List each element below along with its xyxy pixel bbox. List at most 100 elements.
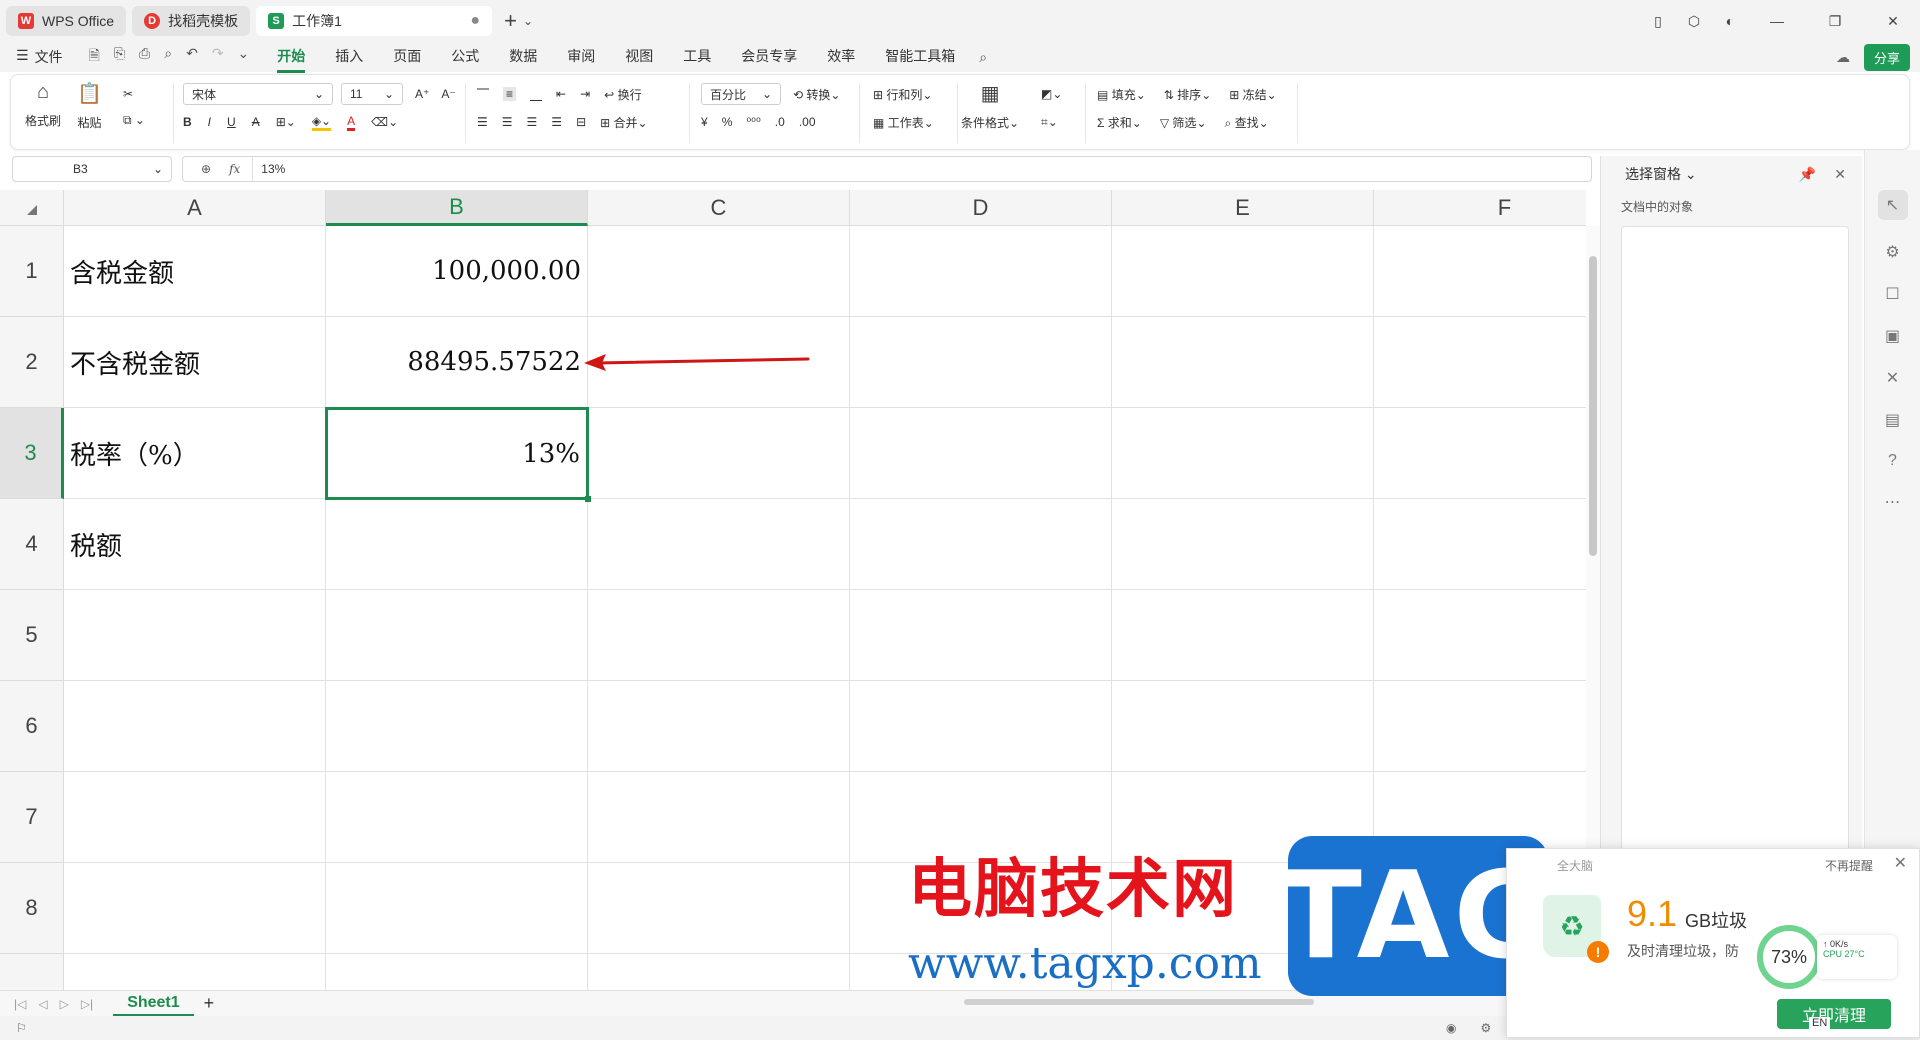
scrollbar-thumb[interactable]	[1589, 256, 1597, 556]
borders-icon[interactable]: ⊞⌄	[276, 115, 296, 129]
cell-f3[interactable]	[1374, 408, 1586, 499]
increase-font-icon[interactable]: A⁺	[415, 87, 429, 101]
tab-wps-office[interactable]: W WPS Office	[6, 6, 127, 36]
cell-c7[interactable]	[588, 772, 850, 863]
cell-b2[interactable]: 88495.57522	[326, 317, 588, 408]
restore-button[interactable]: ❐	[1808, 13, 1862, 30]
fill-button[interactable]: ▤ 填充⌄	[1097, 86, 1146, 103]
cell-c3[interactable]	[588, 408, 850, 499]
row-header-5[interactable]: 5	[0, 590, 64, 681]
row-header-7[interactable]: 7	[0, 772, 64, 863]
row-header-6[interactable]: 6	[0, 681, 64, 772]
cell-d5[interactable]	[850, 590, 1112, 681]
redo-icon[interactable]: ↷	[212, 45, 224, 69]
tab-page[interactable]: 页面	[393, 42, 421, 73]
cell-a2[interactable]: 不含税金额	[64, 317, 326, 408]
export-icon[interactable]: ⎘	[114, 45, 125, 69]
outdent-icon[interactable]: ⇤	[556, 87, 566, 101]
row-header-1[interactable]: 1	[0, 226, 64, 317]
cell-b6[interactable]	[326, 681, 588, 772]
cell-b7[interactable]	[326, 772, 588, 863]
column-header-f[interactable]: F	[1374, 190, 1586, 226]
cell-c5[interactable]	[588, 590, 850, 681]
cell-f6[interactable]	[1374, 681, 1586, 772]
cell-a1[interactable]: 含税金额	[64, 226, 326, 317]
save-icon[interactable]: 🗎	[89, 45, 100, 69]
indent-icon[interactable]: ⇥	[580, 87, 590, 101]
selection-pane-title[interactable]: 选择窗格 ⌄	[1625, 164, 1697, 184]
freeze-button[interactable]: ⊞ 冻结⌄	[1229, 86, 1276, 103]
cell-b9[interactable]	[326, 954, 588, 990]
cell-e4[interactable]	[1112, 499, 1374, 590]
tab-member[interactable]: 会员专享	[741, 42, 797, 73]
column-header-c[interactable]: C	[588, 190, 850, 226]
tab-data[interactable]: 数据	[509, 42, 537, 73]
tab-tools[interactable]: 工具	[683, 42, 711, 73]
thousands-icon[interactable]: ⁰⁰⁰	[746, 115, 760, 129]
column-header-a[interactable]: A	[64, 190, 326, 226]
tab-formula[interactable]: 公式	[451, 42, 479, 73]
tab-view[interactable]: 视图	[625, 42, 653, 73]
wrap-text-button[interactable]: ↩ 换行	[604, 86, 641, 103]
cell-e6[interactable]	[1112, 681, 1374, 772]
tab-list-chevron-icon[interactable]: ⌄	[523, 14, 533, 28]
column-header-b[interactable]: B	[326, 190, 588, 226]
find-button[interactable]: ⌕ 查找⌄	[1225, 114, 1269, 131]
cell-a9[interactable]	[64, 954, 326, 990]
prev-sheet-icon[interactable]: ◁	[38, 997, 47, 1011]
distribute-icon[interactable]: ⊟	[576, 115, 586, 129]
decrease-font-icon[interactable]: A⁻	[441, 87, 455, 101]
tab-docer-templates[interactable]: D 找稻壳模板	[132, 6, 251, 36]
search-icon[interactable]: ⌕	[979, 49, 987, 66]
cell-d6[interactable]	[850, 681, 1112, 772]
cell-f1[interactable]	[1374, 226, 1586, 317]
number-format-select[interactable]: 百分比 ⌄	[701, 83, 781, 105]
comment-icon[interactable]: ☐	[1885, 284, 1899, 304]
pin-icon[interactable]: 📌	[1799, 166, 1816, 183]
select-all-corner[interactable]	[0, 190, 64, 226]
row-header-8[interactable]: 8	[0, 863, 64, 954]
filter-button[interactable]: ▽ 筛选⌄	[1160, 114, 1207, 131]
avatar[interactable]: ◐	[1714, 13, 1746, 29]
justify-icon[interactable]: ☰	[551, 115, 562, 129]
fx-icon[interactable]: fx	[229, 162, 240, 176]
zoom-icon[interactable]: ⊕	[201, 162, 211, 176]
cell-d2[interactable]	[850, 317, 1112, 408]
cell-c4[interactable]	[588, 499, 850, 590]
last-sheet-icon[interactable]: ▷|	[81, 997, 93, 1011]
clean-now-button[interactable]: 立即清理	[1777, 999, 1891, 1029]
cell-b1[interactable]: 100,000.00	[326, 226, 588, 317]
cell-d4[interactable]	[850, 499, 1112, 590]
formula-input[interactable]: ⊕ fx 13%	[182, 156, 1592, 182]
cell-a7[interactable]	[64, 772, 326, 863]
copy-icon[interactable]: ⧉ ⌄	[123, 113, 145, 128]
more-chevron-icon[interactable]: ⌄	[238, 45, 250, 69]
merge-button[interactable]: ⊞ 合并⌄	[600, 114, 647, 131]
sum-button[interactable]: Σ 求和⌄	[1097, 114, 1142, 131]
more-icon[interactable]: ⋯	[1885, 492, 1901, 512]
bold-icon[interactable]: B	[183, 115, 192, 129]
image-icon[interactable]: ▣	[1885, 326, 1900, 346]
currency-button[interactable]: ¥	[701, 115, 708, 129]
first-sheet-icon[interactable]: |◁	[14, 997, 26, 1011]
cube-icon[interactable]: ⬡	[1678, 13, 1710, 30]
increase-decimal-icon[interactable]: .0	[775, 115, 785, 129]
row-header-3[interactable]: 3	[0, 408, 64, 499]
column-header-e[interactable]: E	[1112, 190, 1374, 226]
next-sheet-icon[interactable]: ▷	[60, 997, 69, 1011]
underline-icon[interactable]: U	[227, 115, 236, 129]
layout-icon[interactable]: ▯	[1642, 13, 1674, 30]
cell-a5[interactable]	[64, 590, 326, 681]
rows-cols-button[interactable]: ⊞ 行和列⌄	[873, 86, 932, 103]
close-icon[interactable]: ✕	[1834, 166, 1846, 183]
cell-c6[interactable]	[588, 681, 850, 772]
cell-c1[interactable]	[588, 226, 850, 317]
dismiss-link[interactable]: 不再提醒	[1825, 857, 1873, 874]
column-header-d[interactable]: D	[850, 190, 1112, 226]
cloud-icon[interactable]: ☁	[1836, 49, 1850, 66]
file-menu[interactable]: ☰ 文件	[16, 47, 63, 67]
cell-e1[interactable]	[1112, 226, 1374, 317]
cell-e3[interactable]	[1112, 408, 1374, 499]
sort-button[interactable]: ⇅ 排序⌄	[1164, 86, 1211, 103]
italic-icon[interactable]: I	[208, 115, 211, 129]
